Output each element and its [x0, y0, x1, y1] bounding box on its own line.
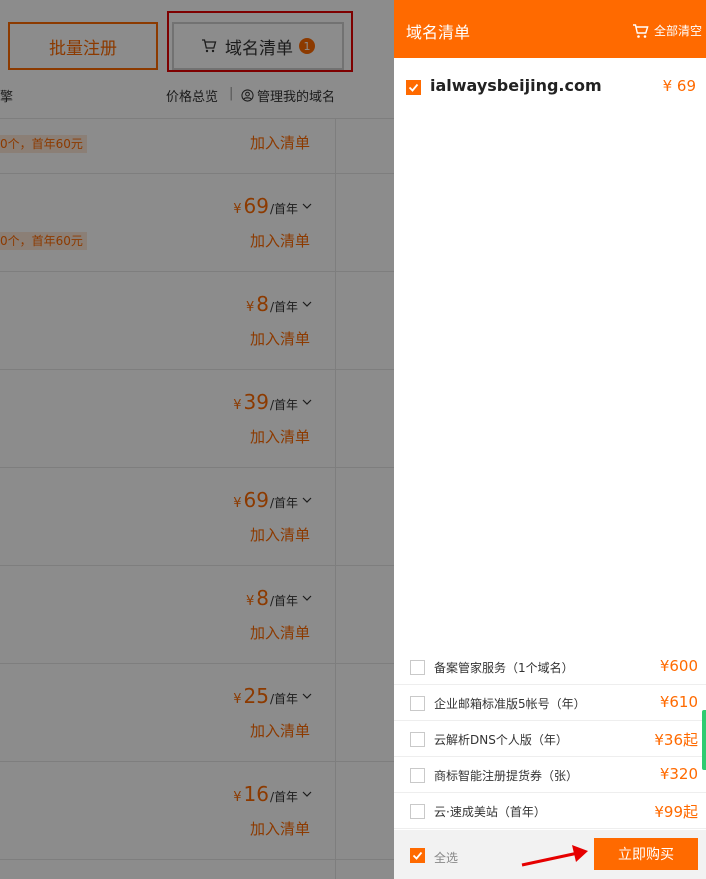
panel-title: 域名清单	[406, 23, 471, 42]
clear-all-label: 全部清空	[653, 24, 702, 38]
select-all-checkbox[interactable]	[410, 848, 425, 863]
modal-overlay[interactable]	[0, 0, 394, 879]
addon-checkbox[interactable]	[410, 804, 425, 819]
addon-label: 备案管家服务（1个域名）	[434, 661, 574, 675]
addon-checkbox[interactable]	[410, 660, 425, 675]
addon-row: 云解析DNS个人版（年） ¥36起	[394, 721, 706, 757]
select-all-label: 全选	[434, 851, 459, 865]
domain-list-panel: 域名清单 全部清空 ialwaysbeijing.com ¥ 69 备案管家服务…	[394, 0, 706, 879]
addon-checkbox[interactable]	[410, 696, 425, 711]
addon-label: 云·速成美站（首年）	[434, 805, 546, 819]
addon-checkbox[interactable]	[410, 768, 425, 783]
addon-price: ¥610	[659, 693, 698, 711]
item-domain-name: ialwaysbeijing.com	[430, 76, 602, 95]
check-icon	[408, 83, 419, 92]
panel-footer: 全选 立即购买	[394, 830, 706, 879]
annotation-arrow-icon	[521, 845, 588, 867]
side-float-tab[interactable]	[702, 710, 706, 770]
addon-row: 备案管家服务（1个域名） ¥600	[394, 649, 706, 685]
item-checkbox[interactable]	[406, 80, 421, 95]
buy-now-label: 立即购买	[618, 847, 674, 863]
cart-item: ialwaysbeijing.com ¥ 69	[406, 76, 702, 98]
addon-price: ¥99起	[654, 803, 698, 821]
addon-services: 备案管家服务（1个域名） ¥600 企业邮箱标准版5帐号（年） ¥610 云解析…	[394, 649, 706, 829]
addon-row: 企业邮箱标准版5帐号（年） ¥610	[394, 685, 706, 721]
item-price: ¥ 69	[662, 77, 696, 95]
addon-row: 云·速成美站（首年） ¥99起	[394, 793, 706, 829]
buy-now-button[interactable]: 立即购买	[594, 838, 698, 870]
addon-label: 商标智能注册提货券（张）	[434, 769, 579, 783]
addon-label: 企业邮箱标准版5帐号（年）	[434, 697, 586, 711]
addon-row: 商标智能注册提货券（张） ¥320	[394, 757, 706, 793]
addon-price: ¥36起	[654, 731, 698, 749]
panel-header: 域名清单 全部清空	[394, 0, 706, 58]
addon-price: ¥320	[659, 765, 698, 783]
addon-price: ¥600	[659, 657, 698, 675]
clear-all-button[interactable]: 全部清空	[632, 22, 702, 39]
addon-label: 云解析DNS个人版（年）	[434, 733, 568, 747]
cart-icon	[632, 23, 649, 38]
addon-checkbox[interactable]	[410, 732, 425, 747]
check-icon	[412, 851, 423, 860]
